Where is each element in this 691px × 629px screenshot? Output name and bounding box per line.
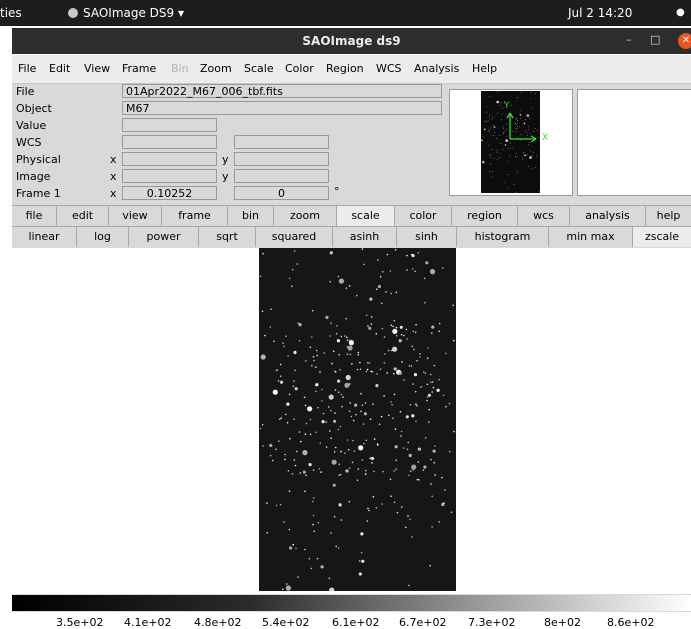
- btn-frame[interactable]: frame: [162, 206, 228, 226]
- scale-zscale[interactable]: zscale: [633, 227, 691, 247]
- star-field: [259, 248, 455, 591]
- colorbar-tick: 7.3e+02: [468, 616, 516, 629]
- file-label: File: [16, 85, 35, 98]
- scale-asinh[interactable]: asinh: [333, 227, 397, 247]
- wcs-field-1: [122, 135, 217, 149]
- btn-scale[interactable]: scale: [337, 206, 395, 226]
- compass-y-label: Y: [504, 101, 510, 111]
- panner[interactable]: Y X: [449, 89, 573, 196]
- file-field: 01Apr2022_M67_006_tbf.fits: [122, 84, 442, 98]
- close-button[interactable]: ✕: [678, 33, 691, 49]
- physical-x-label: x: [110, 153, 117, 166]
- value-label: Value: [16, 119, 47, 132]
- compass-icon: [506, 112, 537, 143]
- colorbar-tick: 5.4e+02: [262, 616, 310, 629]
- window-title-bar: SAOImage ds9 – □ ✕: [12, 28, 691, 54]
- magnifier: [577, 89, 691, 196]
- activities-button[interactable]: ties: [0, 6, 22, 20]
- status-dot-icon[interactable]: ●: [676, 7, 685, 18]
- info-panel: File Object Value WCS Physical Image Fra…: [12, 84, 691, 204]
- compass-x-label: X: [542, 133, 549, 143]
- menu-region[interactable]: Region: [326, 62, 364, 75]
- system-top-bar: ties SAOImage DS9 ▾ Jul 2 14:20 ●: [0, 0, 691, 26]
- menu-view[interactable]: View: [84, 62, 110, 75]
- menu-bin: Bin: [171, 62, 189, 75]
- frame-x-label: x: [110, 187, 117, 200]
- btn-wcs[interactable]: wcs: [518, 206, 570, 226]
- colorbar-tick: 6.7e+02: [399, 616, 447, 629]
- physical-label: Physical: [16, 153, 61, 166]
- fits-image[interactable]: [259, 248, 456, 591]
- app-menu-label: SAOImage DS9 ▾: [83, 6, 185, 20]
- maximize-button[interactable]: □: [650, 33, 660, 46]
- panner-thumbnail[interactable]: Y: [481, 91, 540, 193]
- button-bar: file edit view frame bin zoom scale colo…: [12, 205, 691, 226]
- object-label: Object: [16, 102, 52, 115]
- clock[interactable]: Jul 2 14:20: [568, 6, 632, 20]
- ds9-app-icon: [68, 8, 78, 18]
- scale-sqrt[interactable]: sqrt: [199, 227, 256, 247]
- minimize-button[interactable]: –: [626, 33, 632, 46]
- menu-zoom[interactable]: Zoom: [200, 62, 232, 75]
- menu-scale[interactable]: Scale: [244, 62, 274, 75]
- wcs-label: WCS: [16, 136, 42, 149]
- frame-angle-field: 0: [234, 186, 329, 200]
- value-field: [122, 118, 217, 132]
- scale-squared[interactable]: squared: [256, 227, 333, 247]
- menu-wcs[interactable]: WCS: [376, 62, 402, 75]
- menu-color[interactable]: Color: [285, 62, 314, 75]
- colorbar-tick: 4.8e+02: [194, 616, 242, 629]
- app-menu[interactable]: SAOImage DS9 ▾: [68, 6, 184, 20]
- window-title: SAOImage ds9: [302, 34, 401, 48]
- btn-region[interactable]: region: [452, 206, 518, 226]
- menu-edit[interactable]: Edit: [49, 62, 70, 75]
- menu-frame[interactable]: Frame: [122, 62, 156, 75]
- scale-button-bar: linear log power sqrt squared asinh sinh…: [12, 226, 691, 247]
- physical-x-field: [122, 152, 217, 166]
- btn-analysis[interactable]: analysis: [570, 206, 646, 226]
- physical-y-label: y: [222, 153, 229, 166]
- colorbar-tick: 6.1e+02: [332, 616, 380, 629]
- physical-y-field: [234, 152, 329, 166]
- btn-bin[interactable]: bin: [228, 206, 274, 226]
- frame-zoom-field: 0.10252: [122, 186, 217, 200]
- scale-power[interactable]: power: [129, 227, 199, 247]
- colorbar-tick: 4.1e+02: [124, 616, 172, 629]
- btn-view[interactable]: view: [109, 206, 162, 226]
- btn-color[interactable]: color: [395, 206, 452, 226]
- wcs-field-2: [234, 135, 329, 149]
- colorbar[interactable]: [12, 595, 691, 611]
- btn-help[interactable]: help: [646, 206, 691, 226]
- object-field: M67: [122, 101, 442, 115]
- menubar: File Edit View Frame Bin Zoom Scale Colo…: [12, 55, 691, 84]
- ds9-window: File Edit View Frame Bin Zoom Scale Colo…: [12, 55, 691, 629]
- scale-minmax[interactable]: min max: [549, 227, 633, 247]
- image-x-label: x: [110, 170, 117, 183]
- scale-histogram[interactable]: histogram: [457, 227, 549, 247]
- menu-analysis[interactable]: Analysis: [414, 62, 459, 75]
- scale-linear[interactable]: linear: [12, 227, 77, 247]
- image-y-label: y: [222, 170, 229, 183]
- image-y-field: [234, 169, 329, 183]
- btn-file[interactable]: file: [12, 206, 57, 226]
- btn-zoom[interactable]: zoom: [274, 206, 337, 226]
- menu-file[interactable]: File: [18, 62, 36, 75]
- degree-symbol: °: [334, 185, 340, 198]
- colorbar-tick: 8e+02: [544, 616, 581, 629]
- frame-label: Frame 1: [16, 187, 61, 200]
- image-x-field: [122, 169, 217, 183]
- scale-log[interactable]: log: [77, 227, 129, 247]
- btn-edit[interactable]: edit: [57, 206, 109, 226]
- colorbar-tick: 3.5e+02: [56, 616, 104, 629]
- image-label: Image: [16, 170, 51, 183]
- menu-help[interactable]: Help: [472, 62, 497, 75]
- colorbar-tick: 8.6e+02: [607, 616, 655, 629]
- colorbar-ticks: 3.5e+02 4.1e+02 4.8e+02 5.4e+02 6.1e+02 …: [12, 612, 691, 629]
- image-display[interactable]: [12, 248, 691, 594]
- scale-sinh[interactable]: sinh: [397, 227, 457, 247]
